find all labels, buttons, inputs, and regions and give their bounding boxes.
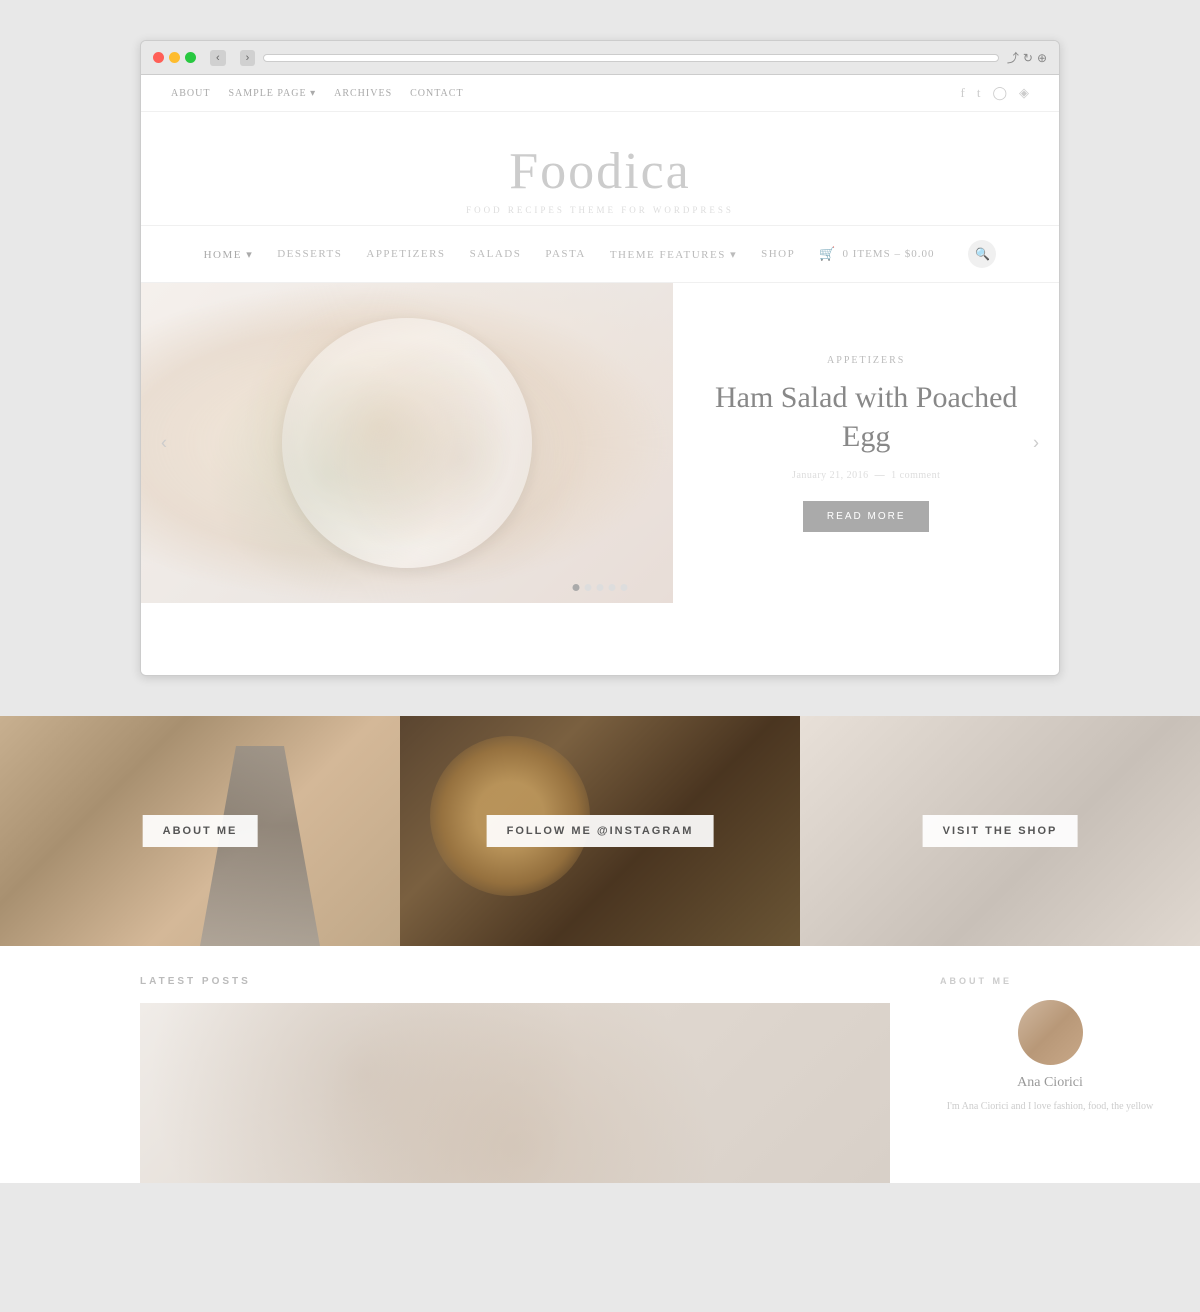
cart-widget[interactable]: 🛒 0 ITEMS – $0.00 <box>819 246 934 262</box>
banner-instagram[interactable]: FOLLOW ME @INSTAGRAM <box>400 716 800 946</box>
post-thumb-overlay <box>140 1003 890 1183</box>
hero-comments: 1 comment <box>891 470 940 481</box>
facebook-icon[interactable]: f <box>960 85 964 101</box>
nav-desserts[interactable]: DESSERTS <box>277 248 342 260</box>
nav-contact[interactable]: CONTACT <box>410 88 463 99</box>
top-nav-links: ABOUT SAMPLE PAGE ▾ ARCHIVES CONTACT <box>171 88 464 99</box>
main-navigation: HOME ▾ DESSERTS APPETIZERS SALADS PASTA … <box>141 225 1059 283</box>
food-overlay <box>141 283 673 603</box>
author-description: I'm Ana Ciorici and I love fashion, food… <box>940 1099 1160 1115</box>
nav-archives[interactable]: ARCHIVES <box>334 88 392 99</box>
slider-dots <box>573 584 628 591</box>
twitter-icon[interactable]: t <box>977 85 981 101</box>
browser-traffic-lights <box>153 52 196 63</box>
minimize-dot[interactable] <box>169 52 180 63</box>
hero-content: Appetizers Ham Salad with Poached Egg Ja… <box>673 283 1059 603</box>
site-subtitle: FOOD RECIPES THEME FOR WORDPRESS <box>161 205 1039 215</box>
pinterest-icon[interactable]: ◈ <box>1019 85 1029 101</box>
read-more-button[interactable]: READ MORE <box>803 501 930 532</box>
instagram-icon[interactable]: ◯ <box>992 85 1007 101</box>
nav-about[interactable]: ABOUT <box>171 88 210 99</box>
three-banners: ABOUT ME FOLLOW ME @INSTAGRAM VISIT THE … <box>0 716 1200 946</box>
hero-slider: ‹ Appetizers Ham Salad with Poached Egg … <box>141 283 1059 603</box>
nav-sample-page[interactable]: SAMPLE PAGE ▾ <box>228 88 316 99</box>
nav-theme-features[interactable]: THEME FEATURES ▾ <box>610 248 737 261</box>
refresh-button[interactable]: ↻ <box>1023 49 1033 66</box>
hero-food-image <box>141 283 673 603</box>
slider-dot-4[interactable] <box>609 584 616 591</box>
main-content-area: LATEST POSTS <box>0 946 920 1183</box>
more-button[interactable]: ⊕ <box>1037 49 1047 66</box>
forward-button[interactable]: › <box>240 50 256 66</box>
lower-content: LATEST POSTS ABOUT ME Ana Ciorici I'm An… <box>0 946 1200 1183</box>
latest-posts-title: LATEST POSTS <box>140 976 890 987</box>
hero-meta: January 21, 2016 — 1 comment <box>792 470 940 481</box>
slider-dot-3[interactable] <box>597 584 604 591</box>
top-navigation: ABOUT SAMPLE PAGE ▾ ARCHIVES CONTACT f t… <box>141 75 1059 112</box>
sidebar: ABOUT ME Ana Ciorici I'm Ana Ciorici and… <box>920 946 1200 1183</box>
website-content: ABOUT SAMPLE PAGE ▾ ARCHIVES CONTACT f t… <box>141 75 1059 675</box>
nav-home[interactable]: HOME ▾ <box>204 248 254 261</box>
about-me-section-title: ABOUT ME <box>940 976 1160 986</box>
slider-dot-2[interactable] <box>585 584 592 591</box>
slider-prev-button[interactable]: ‹ <box>151 423 177 464</box>
close-dot[interactable] <box>153 52 164 63</box>
nav-salads[interactable]: SALADS <box>470 248 522 260</box>
url-bar[interactable] <box>263 54 999 62</box>
hero-image <box>141 283 673 603</box>
hero-category: Appetizers <box>827 355 905 366</box>
nav-shop[interactable]: SHOP <box>761 248 795 260</box>
fullscreen-dot[interactable] <box>185 52 196 63</box>
site-title: Foodica <box>161 142 1039 201</box>
banner-about-me-label: ABOUT ME <box>143 815 258 847</box>
browser-action-group: ⤴ ↻ ⊕ <box>1007 49 1047 66</box>
hero-date: January 21, 2016 <box>792 470 869 481</box>
hero-title: Ham Salad with Poached Egg <box>713 378 1019 456</box>
share-button[interactable]: ⤴ <box>1007 49 1019 66</box>
slider-dot-5[interactable] <box>621 584 628 591</box>
banner-shop-label: VISIT THE SHOP <box>923 815 1078 847</box>
browser-window: ‹ › ⤴ ↻ ⊕ ABOUT SAMPLE PAGE ▾ ARCHIVES C… <box>140 40 1060 676</box>
author-avatar <box>1018 1000 1083 1065</box>
nav-appetizers[interactable]: APPETIZERS <box>366 248 445 260</box>
banner-about-me[interactable]: ABOUT ME <box>0 716 400 946</box>
site-header: Foodica FOOD RECIPES THEME FOR WORDPRESS <box>141 112 1059 225</box>
social-icons: f t ◯ ◈ <box>960 85 1029 101</box>
author-name: Ana Ciorici <box>940 1075 1160 1091</box>
cart-icon: 🛒 <box>819 246 836 262</box>
search-button[interactable]: 🔍 <box>968 240 996 268</box>
slider-dot-1[interactable] <box>573 584 580 591</box>
nav-pasta[interactable]: PASTA <box>545 248 585 260</box>
cart-label: 0 ITEMS – $0.00 <box>842 248 934 260</box>
banner-instagram-label: FOLLOW ME @INSTAGRAM <box>487 815 714 847</box>
post-thumbnail[interactable] <box>140 1003 890 1183</box>
browser-toolbar: ‹ › ⤴ ↻ ⊕ <box>141 41 1059 75</box>
banner-shop[interactable]: VISIT THE SHOP <box>800 716 1200 946</box>
search-icon: 🔍 <box>975 247 990 261</box>
slider-next-button[interactable]: › <box>1023 423 1049 464</box>
back-button[interactable]: ‹ <box>210 50 226 66</box>
